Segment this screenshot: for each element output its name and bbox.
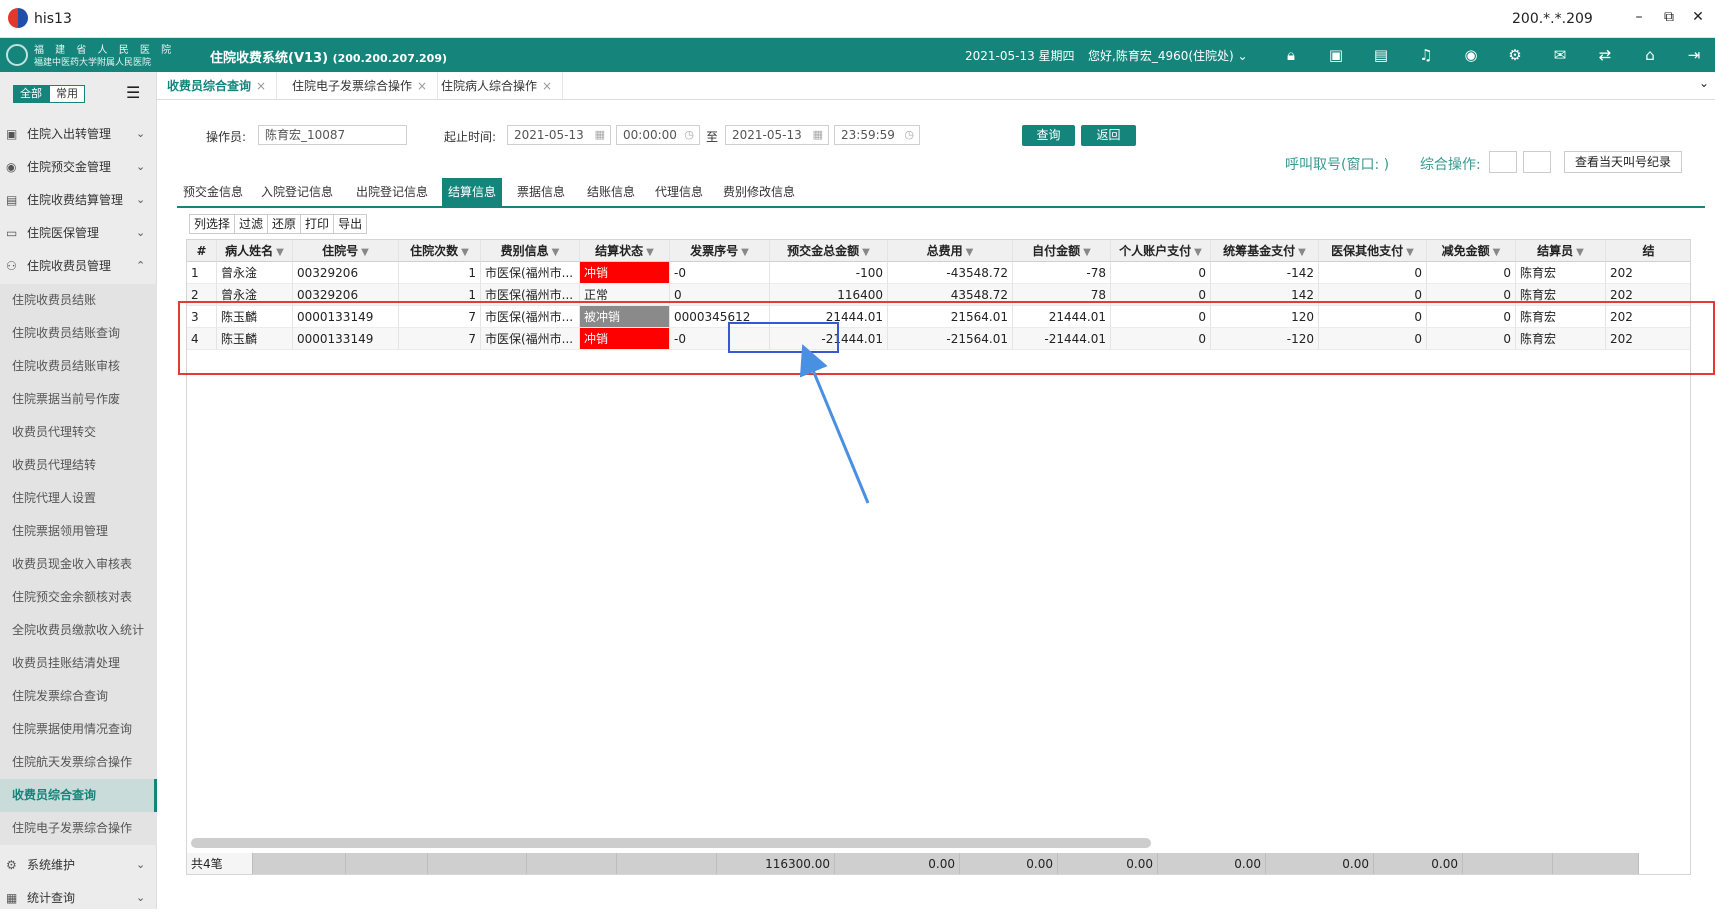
annotation-arrow xyxy=(799,344,870,504)
arrow-line xyxy=(799,344,870,504)
